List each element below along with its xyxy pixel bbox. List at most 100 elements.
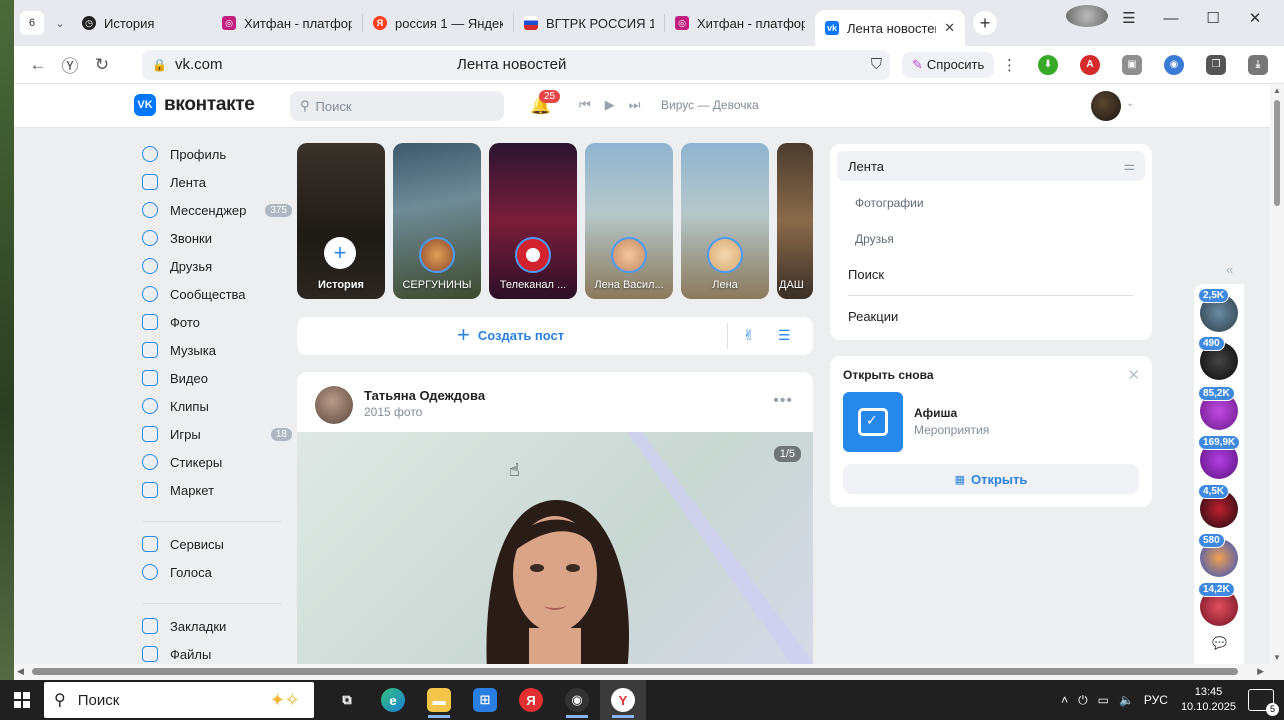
play-icon[interactable]: ▶	[605, 97, 615, 113]
rail-community[interactable]: 2,5K	[1198, 288, 1238, 332]
sidebar-item-stickers[interactable]: Стикеры	[142, 448, 292, 476]
input-language[interactable]: РУС	[1144, 693, 1168, 707]
sidebar-item-games[interactable]: Игры 18	[142, 420, 292, 448]
sidebar-item-files[interactable]: Файлы	[142, 640, 292, 664]
usb-icon[interactable]: ⏻	[1078, 693, 1088, 708]
url-field[interactable]: 🔒 vk.com Лента новостей ⛉	[142, 49, 890, 80]
menu-icon[interactable]: ☰	[1108, 9, 1150, 27]
menu-item-reactions[interactable]: Реакции	[848, 309, 898, 324]
vpn-icon[interactable]: ◉	[1164, 54, 1184, 75]
app-name[interactable]: Афиша	[914, 406, 957, 420]
menu-item-search[interactable]: Поиск	[848, 267, 884, 282]
sidebar-item-friends[interactable]: Друзья	[142, 252, 292, 280]
tab-yandex[interactable]: Я россия 1 — Яндекс	[363, 7, 513, 39]
open-app-button[interactable]: ▦ Открыть	[843, 464, 1139, 494]
minimize-icon[interactable]: —	[1150, 10, 1192, 27]
clock[interactable]: 13:45 10.10.2025	[1181, 685, 1236, 715]
more-options-icon[interactable]: •••	[773, 392, 793, 410]
story-item[interactable]: СЕРГУНИНЫ	[393, 143, 481, 299]
sidebar-item-messenger[interactable]: Мессенджер 375	[142, 196, 292, 224]
story-create[interactable]: + История	[297, 143, 385, 299]
rail-community[interactable]: 4,5K	[1198, 484, 1238, 528]
sidebar-item-profile[interactable]: Профиль	[142, 140, 292, 168]
collections-icon[interactable]: ❒	[1206, 54, 1226, 75]
rail-community[interactable]: 14,2K	[1198, 582, 1238, 626]
rail-community[interactable]: 85,2K	[1198, 386, 1238, 430]
screenshot-icon[interactable]: ▣	[1122, 54, 1142, 75]
post-photo[interactable]: 1/5 ☝	[297, 432, 813, 664]
rail-community[interactable]: 169,9K	[1198, 435, 1241, 479]
adblock-icon[interactable]: A	[1080, 54, 1100, 75]
sidebar-item-calls[interactable]: Звонки	[142, 224, 292, 252]
sidebar-item-votes[interactable]: Голоса	[142, 558, 292, 586]
tab-count-button[interactable]: 6	[20, 11, 44, 35]
sidebar-item-bookmarks[interactable]: Закладки	[142, 612, 292, 640]
taskbar-yandex-browser[interactable]: Y	[600, 680, 646, 720]
post-author[interactable]: Татьяна Одеждова	[364, 388, 485, 403]
sidebar-item-clips[interactable]: Клипы	[142, 392, 292, 420]
sidebar-item-feed[interactable]: Лента	[142, 168, 292, 196]
download-extension-icon[interactable]: ⬇	[1038, 54, 1058, 75]
filter-icon[interactable]: ☰	[778, 327, 791, 344]
vk-logo[interactable]: VK вконтакте	[134, 94, 255, 116]
taskbar-store[interactable]: ⊞	[462, 680, 508, 720]
menu-item-friends[interactable]: Друзья	[855, 232, 894, 246]
downloads-icon[interactable]: ⤓	[1248, 54, 1268, 75]
collapse-rail-icon[interactable]: «	[1226, 262, 1233, 277]
create-post-button[interactable]: + Создать пост	[457, 324, 564, 346]
bookmark-icon[interactable]: ⛉	[871, 56, 882, 73]
author-avatar[interactable]	[315, 386, 353, 424]
sidebar-item-services[interactable]: Сервисы	[142, 530, 292, 558]
taskbar-yandex[interactable]: Я	[508, 680, 554, 720]
taskbar-search-input[interactable]: ⚲ Поиск ✦✧	[44, 682, 314, 718]
tab-vgtrk[interactable]: ВГТРК РОССИЯ 1 ...	[514, 7, 664, 39]
tab-vk-feed[interactable]: vk Лента новостей ✕	[815, 10, 965, 46]
story-item[interactable]: Лена	[681, 143, 769, 299]
sidebar-item-market[interactable]: Маркет	[142, 476, 292, 504]
chat-icon[interactable]: 💬	[1212, 636, 1227, 650]
back-icon[interactable]: ←	[22, 55, 54, 75]
tab-history[interactable]: ◷ История	[72, 7, 212, 39]
close-tab-icon[interactable]: ✕	[944, 20, 955, 36]
reload-icon[interactable]: ↻	[86, 55, 118, 75]
next-track-icon[interactable]: ⏭	[629, 97, 641, 113]
sidebar-item-photos[interactable]: Фото	[142, 308, 292, 336]
sidebar-item-communities[interactable]: Сообщества	[142, 280, 292, 308]
settings-sliders-icon[interactable]: ⚌	[1123, 158, 1135, 174]
task-view-button[interactable]: ⧉	[324, 680, 370, 720]
story-item[interactable]: Телеканал ...	[489, 143, 577, 299]
sidebar-item-music[interactable]: Музыка	[142, 336, 292, 364]
maximize-icon[interactable]: ☐	[1192, 9, 1234, 27]
taskbar-edge[interactable]: e	[370, 680, 416, 720]
chevron-up-icon[interactable]: ˄	[1061, 693, 1068, 707]
previous-track-icon[interactable]: ⏮	[579, 97, 591, 113]
taskbar-explorer[interactable]: ▬	[416, 680, 462, 720]
taskbar-obs[interactable]: ◉	[554, 680, 600, 720]
notification-center-icon[interactable]: 5	[1248, 689, 1279, 716]
vk-search-input[interactable]: ⚲ Поиск	[290, 91, 504, 121]
reactions-hand-icon[interactable]: ✌	[743, 327, 755, 344]
volume-icon[interactable]: 🔈	[1119, 693, 1134, 707]
current-track[interactable]: Вирус — Девочка	[661, 98, 759, 112]
sidebar-item-video[interactable]: Видео	[142, 364, 292, 392]
chevron-down-icon[interactable]: ⌄	[48, 17, 72, 30]
yandex-home-icon[interactable]: Ⓨ	[54, 52, 86, 77]
afisha-app-icon[interactable]	[843, 392, 903, 452]
user-avatar[interactable]	[1091, 91, 1121, 121]
close-icon[interactable]: ✕	[1127, 366, 1140, 384]
story-item[interactable]: Лена Васил...	[585, 143, 673, 299]
tab-hitfan-2[interactable]: ◎ Хитфан - платформа	[665, 7, 815, 39]
new-tab-button[interactable]: +	[973, 11, 997, 35]
close-window-icon[interactable]: ✕	[1234, 9, 1276, 27]
notifications-bell-icon[interactable]: 🔔 25	[530, 90, 561, 116]
menu-item-photos[interactable]: Фотографии	[855, 196, 924, 210]
profile-avatar-icon[interactable]	[1066, 5, 1108, 31]
network-icon[interactable]: ▭	[1098, 693, 1109, 707]
start-button[interactable]	[0, 692, 44, 708]
rail-community[interactable]: 490	[1198, 336, 1238, 380]
story-item[interactable]: ДАШ	[777, 143, 813, 299]
rail-community[interactable]: 580	[1198, 533, 1238, 577]
chevron-down-icon[interactable]: ⌄	[1126, 98, 1134, 109]
menu-item-feed[interactable]: Лента ⚌	[837, 151, 1145, 181]
horizontal-scrollbar[interactable]: ◀ ▶	[14, 664, 1284, 680]
